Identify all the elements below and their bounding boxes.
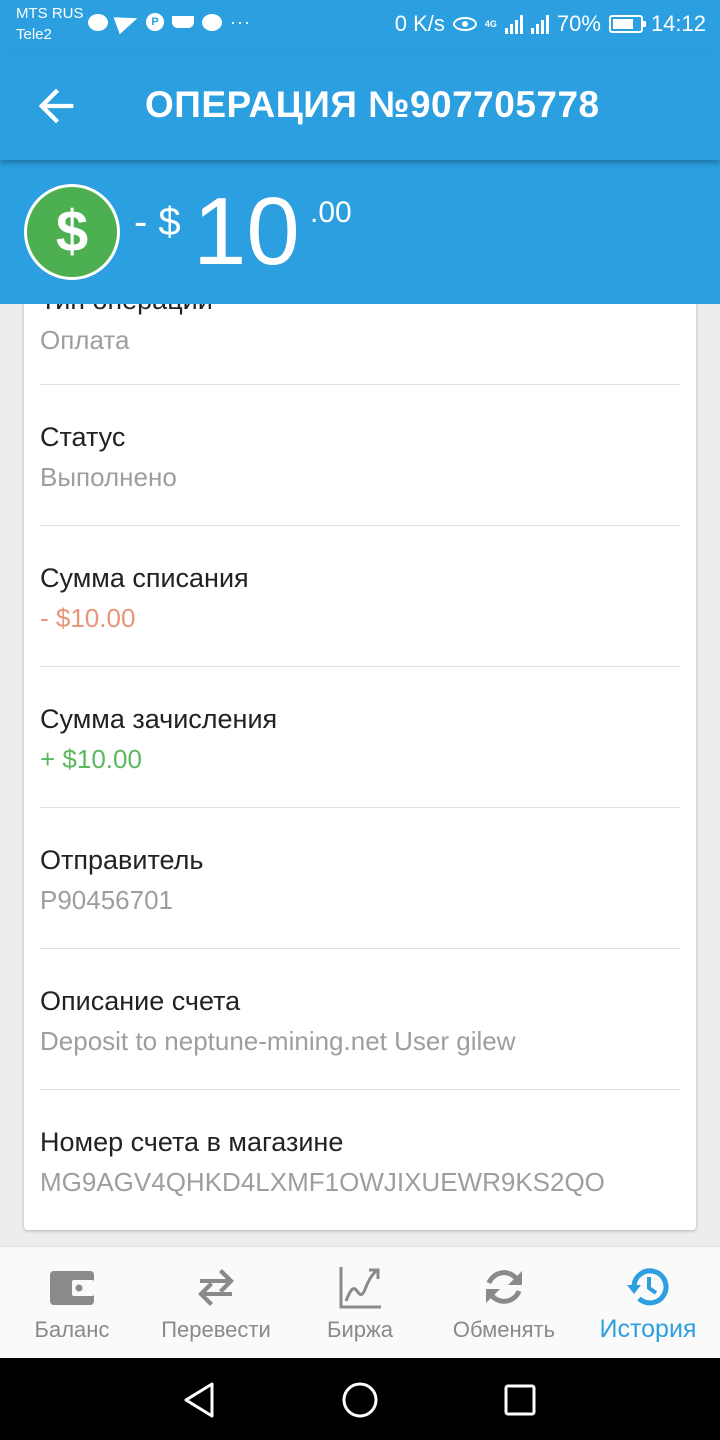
back-button[interactable] <box>30 80 82 132</box>
triangle-back-icon <box>184 1382 214 1418</box>
debit-amount: - $10.00 <box>40 603 136 633</box>
detail-row-credit: Сумма зачисления + $10.00 <box>40 699 680 779</box>
status-icons: 0 K/s 4G 70% 14:12 <box>395 11 706 37</box>
credit-amount: + $10.00 <box>40 744 142 774</box>
signal-2-icon <box>530 14 549 34</box>
divider <box>40 384 680 385</box>
system-home-button[interactable] <box>338 1378 382 1422</box>
amount-sign: - $ <box>134 200 181 244</box>
nav-item-transfer[interactable]: Перевести <box>144 1247 288 1359</box>
payeer-icon: P <box>146 13 164 31</box>
nav-item-balance[interactable]: Баланс <box>0 1247 144 1359</box>
divider <box>40 807 680 808</box>
wallet-icon <box>48 1263 96 1311</box>
detail-label: Сумма зачисления <box>40 704 278 734</box>
detail-row-debit: Сумма списания - $10.00 <box>40 558 680 638</box>
clock: 14:12 <box>650 11 706 36</box>
eye-comfort-icon <box>452 17 477 31</box>
more-notifications-icon: ··· <box>230 12 251 32</box>
detail-label: Сумма списания <box>40 563 249 593</box>
page-title: ОПЕРАЦИЯ №907705778 <box>145 84 600 125</box>
nav-item-swap[interactable]: Обменять <box>432 1247 576 1359</box>
carrier-name-1: MTS RUS <box>16 5 84 22</box>
amount-header: $ - $ 10 .00 <box>0 160 720 304</box>
carrier-name-2: Tele2 <box>16 26 52 43</box>
transfer-arrows-icon <box>192 1263 240 1311</box>
detail-row-shop-invoice: Номер счета в магазине MG9AGV4QHKD4LXMF1… <box>40 1122 680 1202</box>
nav-label: Баланс <box>34 1317 110 1342</box>
status-bar: MTS RUS Tele2 P ··· 0 K/s 4G 70% 14:12 <box>0 0 720 54</box>
signal-1-icon <box>504 14 523 34</box>
telegram-icon <box>113 9 141 35</box>
divider <box>40 948 680 949</box>
exchange-icon <box>480 1263 528 1311</box>
amount-cents: .00 <box>310 196 352 229</box>
system-recents-button[interactable] <box>498 1378 542 1422</box>
bottom-navigation: Баланс Перевести Биржа Обменять История <box>0 1246 720 1358</box>
back-arrow-icon <box>38 88 74 124</box>
system-navigation-bar <box>0 1358 720 1440</box>
nav-label: Биржа <box>327 1317 393 1342</box>
nav-label: Перевести <box>161 1317 271 1342</box>
detail-row-status: Статус Выполнено <box>40 417 680 497</box>
nav-label: Обменять <box>452 1317 556 1342</box>
detail-row-description: Описание счета Deposit to neptune-mining… <box>40 981 680 1061</box>
divider <box>40 666 680 667</box>
detail-value: Deposit to neptune-mining.net User gilew <box>40 1026 516 1056</box>
circle-home-icon <box>342 1382 378 1418</box>
detail-label: Отправитель <box>40 845 204 875</box>
nav-label: История <box>599 1315 697 1343</box>
app-bar: ОПЕРАЦИЯ №907705778 <box>0 54 720 160</box>
operation-details-card: Тип операции Оплата Статус Выполнено Сум… <box>24 268 696 1230</box>
battery-percent: 70% <box>556 11 601 36</box>
detail-value: Оплата <box>40 325 130 355</box>
chart-icon <box>336 1263 384 1311</box>
dollar-sign-icon: $ <box>24 184 120 280</box>
system-back-button[interactable] <box>178 1378 222 1422</box>
square-recents-icon <box>504 1384 536 1416</box>
nav-item-exchange-market[interactable]: Биржа <box>288 1247 432 1359</box>
chat-icon <box>202 13 222 31</box>
amount-value: 10 <box>193 178 300 285</box>
battery-icon <box>608 15 646 33</box>
nav-item-history[interactable]: История <box>576 1247 720 1359</box>
detail-label: Статус <box>40 422 126 452</box>
divider <box>40 1089 680 1090</box>
message-icon <box>88 13 108 31</box>
history-icon <box>624 1263 672 1311</box>
ship-icon <box>172 16 194 28</box>
net-speed: 0 K/s <box>394 11 445 36</box>
detail-value: P90456701 <box>40 885 174 915</box>
detail-label: Номер счета в магазине <box>40 1127 344 1157</box>
detail-label: Описание счета <box>40 986 241 1016</box>
detail-row-sender: Отправитель P90456701 <box>40 840 680 920</box>
network-type: 4G <box>484 19 497 29</box>
detail-value: Выполнено <box>40 462 177 492</box>
notification-icons: P ··· <box>88 9 251 35</box>
detail-value: MG9AGV4QHKD4LXMF1OWJIXUEWR9KS2QO <box>40 1167 605 1197</box>
divider <box>40 525 680 526</box>
